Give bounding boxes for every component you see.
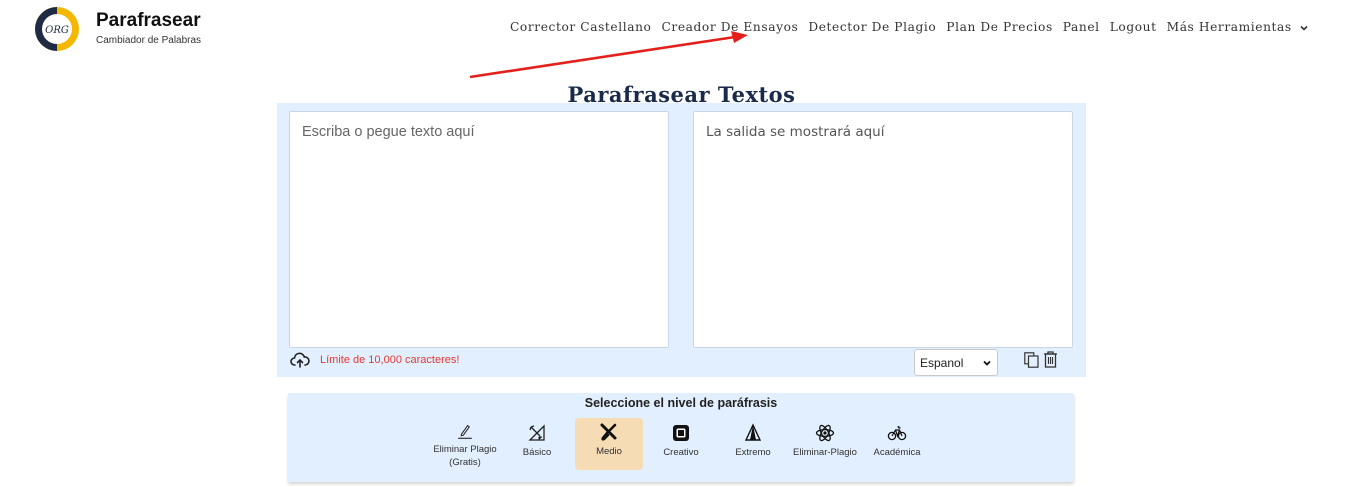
input-placeholder: Escriba o pegue texto aquí	[302, 124, 475, 140]
nav-creador-de-ensayos[interactable]: Creador De Ensayos	[662, 20, 799, 34]
output-textarea[interactable]: La salida se mostrará aquí	[693, 111, 1073, 348]
level-eliminar-plagio[interactable]: Eliminar-Plagio	[789, 419, 861, 469]
copy-icon[interactable]	[1024, 352, 1039, 368]
level-label: Eliminar-Plagio	[793, 447, 857, 458]
top-nav: Corrector Castellano Creador De Ensayos …	[510, 20, 1310, 34]
brand-subtitle: Cambiador de Palabras	[96, 35, 202, 46]
level-label: Creativo	[663, 447, 699, 458]
brush-icon	[600, 423, 617, 441]
level-creativo[interactable]: Creativo	[658, 419, 704, 469]
tools-icon	[528, 424, 545, 441]
level-basico[interactable]: Básico	[516, 419, 558, 469]
logo-icon[interactable]: ORG	[33, 5, 81, 53]
frame-icon	[673, 425, 689, 441]
logo-text: ORG	[45, 25, 69, 36]
bicycle-icon	[887, 426, 907, 441]
nav-plan-de-precios[interactable]: Plan De Precios	[946, 20, 1053, 34]
level-medio[interactable]: Medio	[575, 418, 643, 470]
language-select[interactable]: Espanol	[914, 349, 998, 376]
character-limit-text: Límite de 10,000 caracteres!	[320, 354, 460, 366]
brand-title[interactable]: Parafrasear	[96, 10, 201, 32]
level-label: Medio	[596, 446, 622, 457]
nav-corrector-castellano[interactable]: Corrector Castellano	[510, 20, 652, 34]
pen-icon	[458, 424, 472, 439]
level-label: Básico	[522, 447, 552, 458]
level-extremo[interactable]: Extremo	[730, 419, 776, 469]
nav-panel[interactable]: Panel	[1063, 20, 1100, 34]
chevron-down-icon	[1300, 25, 1308, 31]
level-label: Extremo	[735, 447, 771, 458]
nav-mas-herramientas[interactable]: Más Herramientas	[1167, 20, 1310, 34]
input-textarea[interactable]: Escriba o pegue texto aquí	[289, 111, 669, 348]
language-select-value: Espanol	[920, 355, 964, 370]
atom-icon	[815, 424, 835, 442]
chevron-down-icon	[983, 360, 991, 366]
level-label: Eliminar Plagio	[433, 444, 497, 455]
output-placeholder: La salida se mostrará aquí	[706, 124, 885, 140]
nav-detector-de-plagio[interactable]: Detector De Plagio	[808, 20, 936, 34]
level-eliminar-plagio-gratis[interactable]: Eliminar Plagio (Gratis)	[426, 419, 504, 469]
sail-icon	[744, 423, 762, 441]
level-label-sub: (Gratis)	[449, 457, 481, 468]
cloud-upload-icon[interactable]	[290, 351, 310, 369]
level-panel-title: Seleccione el nivel de paráfrasis	[584, 396, 778, 410]
level-label: Académica	[873, 447, 921, 458]
nav-mas-herramientas-label: Más Herramientas	[1166, 20, 1292, 34]
nav-logout[interactable]: Logout	[1110, 20, 1157, 34]
paraphrase-level-panel: Seleccione el nivel de paráfrasis Elimin…	[288, 393, 1074, 482]
trash-icon[interactable]	[1043, 351, 1058, 368]
editor-panel: Escriba o pegue texto aquí La salida se …	[277, 103, 1086, 377]
level-academica[interactable]: Académica	[871, 419, 923, 469]
